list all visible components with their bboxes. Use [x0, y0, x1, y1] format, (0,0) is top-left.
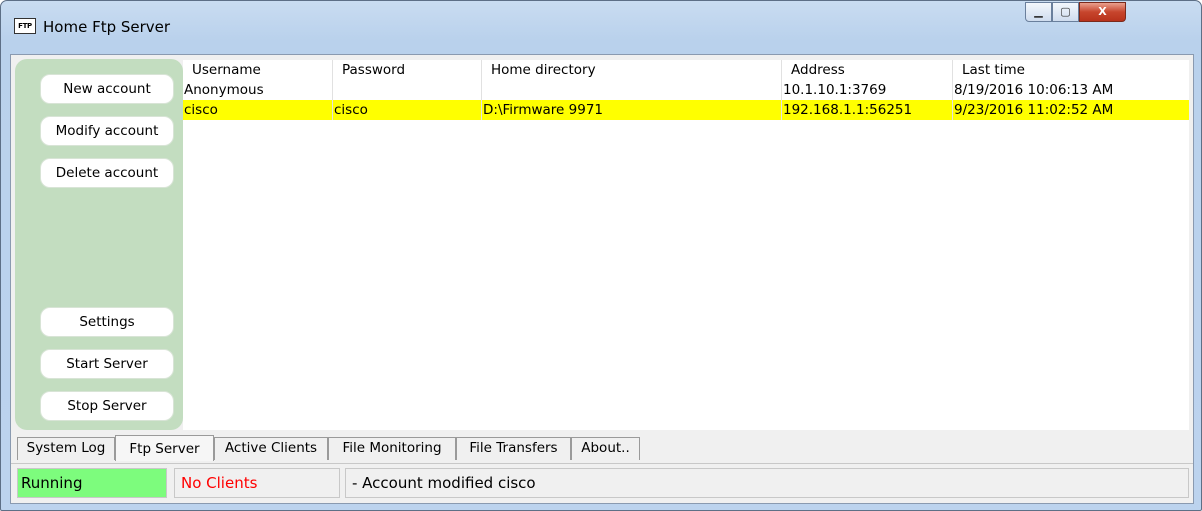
cell-password [333, 80, 482, 100]
window-title: Home Ftp Server [43, 18, 171, 36]
tab-ftp-server[interactable]: Ftp Server [115, 435, 214, 461]
cell-last-time: 9/23/2016 11:02:52 AM [954, 102, 1114, 118]
tab-file-transfers[interactable]: File Transfers [456, 437, 571, 460]
account-actions-panel: New account Modify account Delete accoun… [15, 59, 183, 430]
table-row-selected[interactable]: cisco cisco D:\Firmware 9971 192.168.1.1… [183, 100, 1189, 120]
column-header-password[interactable]: Password [333, 60, 482, 80]
close-button[interactable]: X [1079, 2, 1126, 22]
minimize-button[interactable]: ▁ [1025, 2, 1052, 22]
delete-account-button[interactable]: Delete account [40, 158, 174, 188]
cell-home-directory: D:\Firmware 9971 [482, 100, 782, 120]
maximize-button[interactable]: ▢ [1052, 2, 1079, 22]
modify-account-button[interactable]: Modify account [40, 116, 174, 146]
cell-username: Anonymous [183, 80, 333, 100]
server-state-status: Running [17, 468, 167, 498]
tab-system-log[interactable]: System Log [17, 437, 115, 460]
app-window: FTP Home Ftp Server ▁ ▢ X New account Mo… [0, 0, 1202, 511]
cell-home-directory [482, 80, 782, 100]
client-area: New account Modify account Delete accoun… [10, 54, 1194, 504]
ftp-app-icon: FTP [14, 18, 36, 34]
settings-button[interactable]: Settings [40, 307, 174, 337]
cell-username: cisco [183, 100, 333, 120]
column-header-last-time[interactable]: Last time [953, 60, 1189, 80]
new-account-button[interactable]: New account [40, 74, 174, 104]
tab-file-monitoring[interactable]: File Monitoring [328, 437, 456, 460]
cell-password: cisco [333, 100, 482, 120]
tab-about[interactable]: About.. [571, 437, 640, 460]
cell-last-time: 8/19/2016 10:06:13 AM [954, 82, 1114, 98]
cell-address: 192.168.1.1:56251 [782, 100, 953, 120]
tab-strip: System Log Ftp Server Active Clients Fil… [11, 435, 1193, 461]
column-header-address[interactable]: Address [782, 60, 953, 80]
tab-active-clients[interactable]: Active Clients [214, 437, 328, 460]
clients-status: No Clients [174, 468, 340, 498]
start-server-button[interactable]: Start Server [40, 349, 174, 379]
accounts-table[interactable]: Username Password Home directory Address… [183, 60, 1189, 430]
cell-address: 10.1.10.1:3769 [782, 80, 953, 100]
table-header: Username Password Home directory Address… [183, 60, 1189, 80]
column-header-home-directory[interactable]: Home directory [482, 60, 782, 80]
title-bar[interactable]: FTP Home Ftp Server ▁ ▢ X [1, 1, 1201, 45]
last-event-status: - Account modified cisco [345, 468, 1189, 498]
column-header-username[interactable]: Username [183, 60, 333, 80]
table-row[interactable]: Anonymous 10.1.10.1:3769 8/19/2016 10:06… [183, 80, 1189, 100]
stop-server-button[interactable]: Stop Server [40, 391, 174, 421]
status-bar: Running No Clients - Account modified ci… [11, 463, 1193, 503]
